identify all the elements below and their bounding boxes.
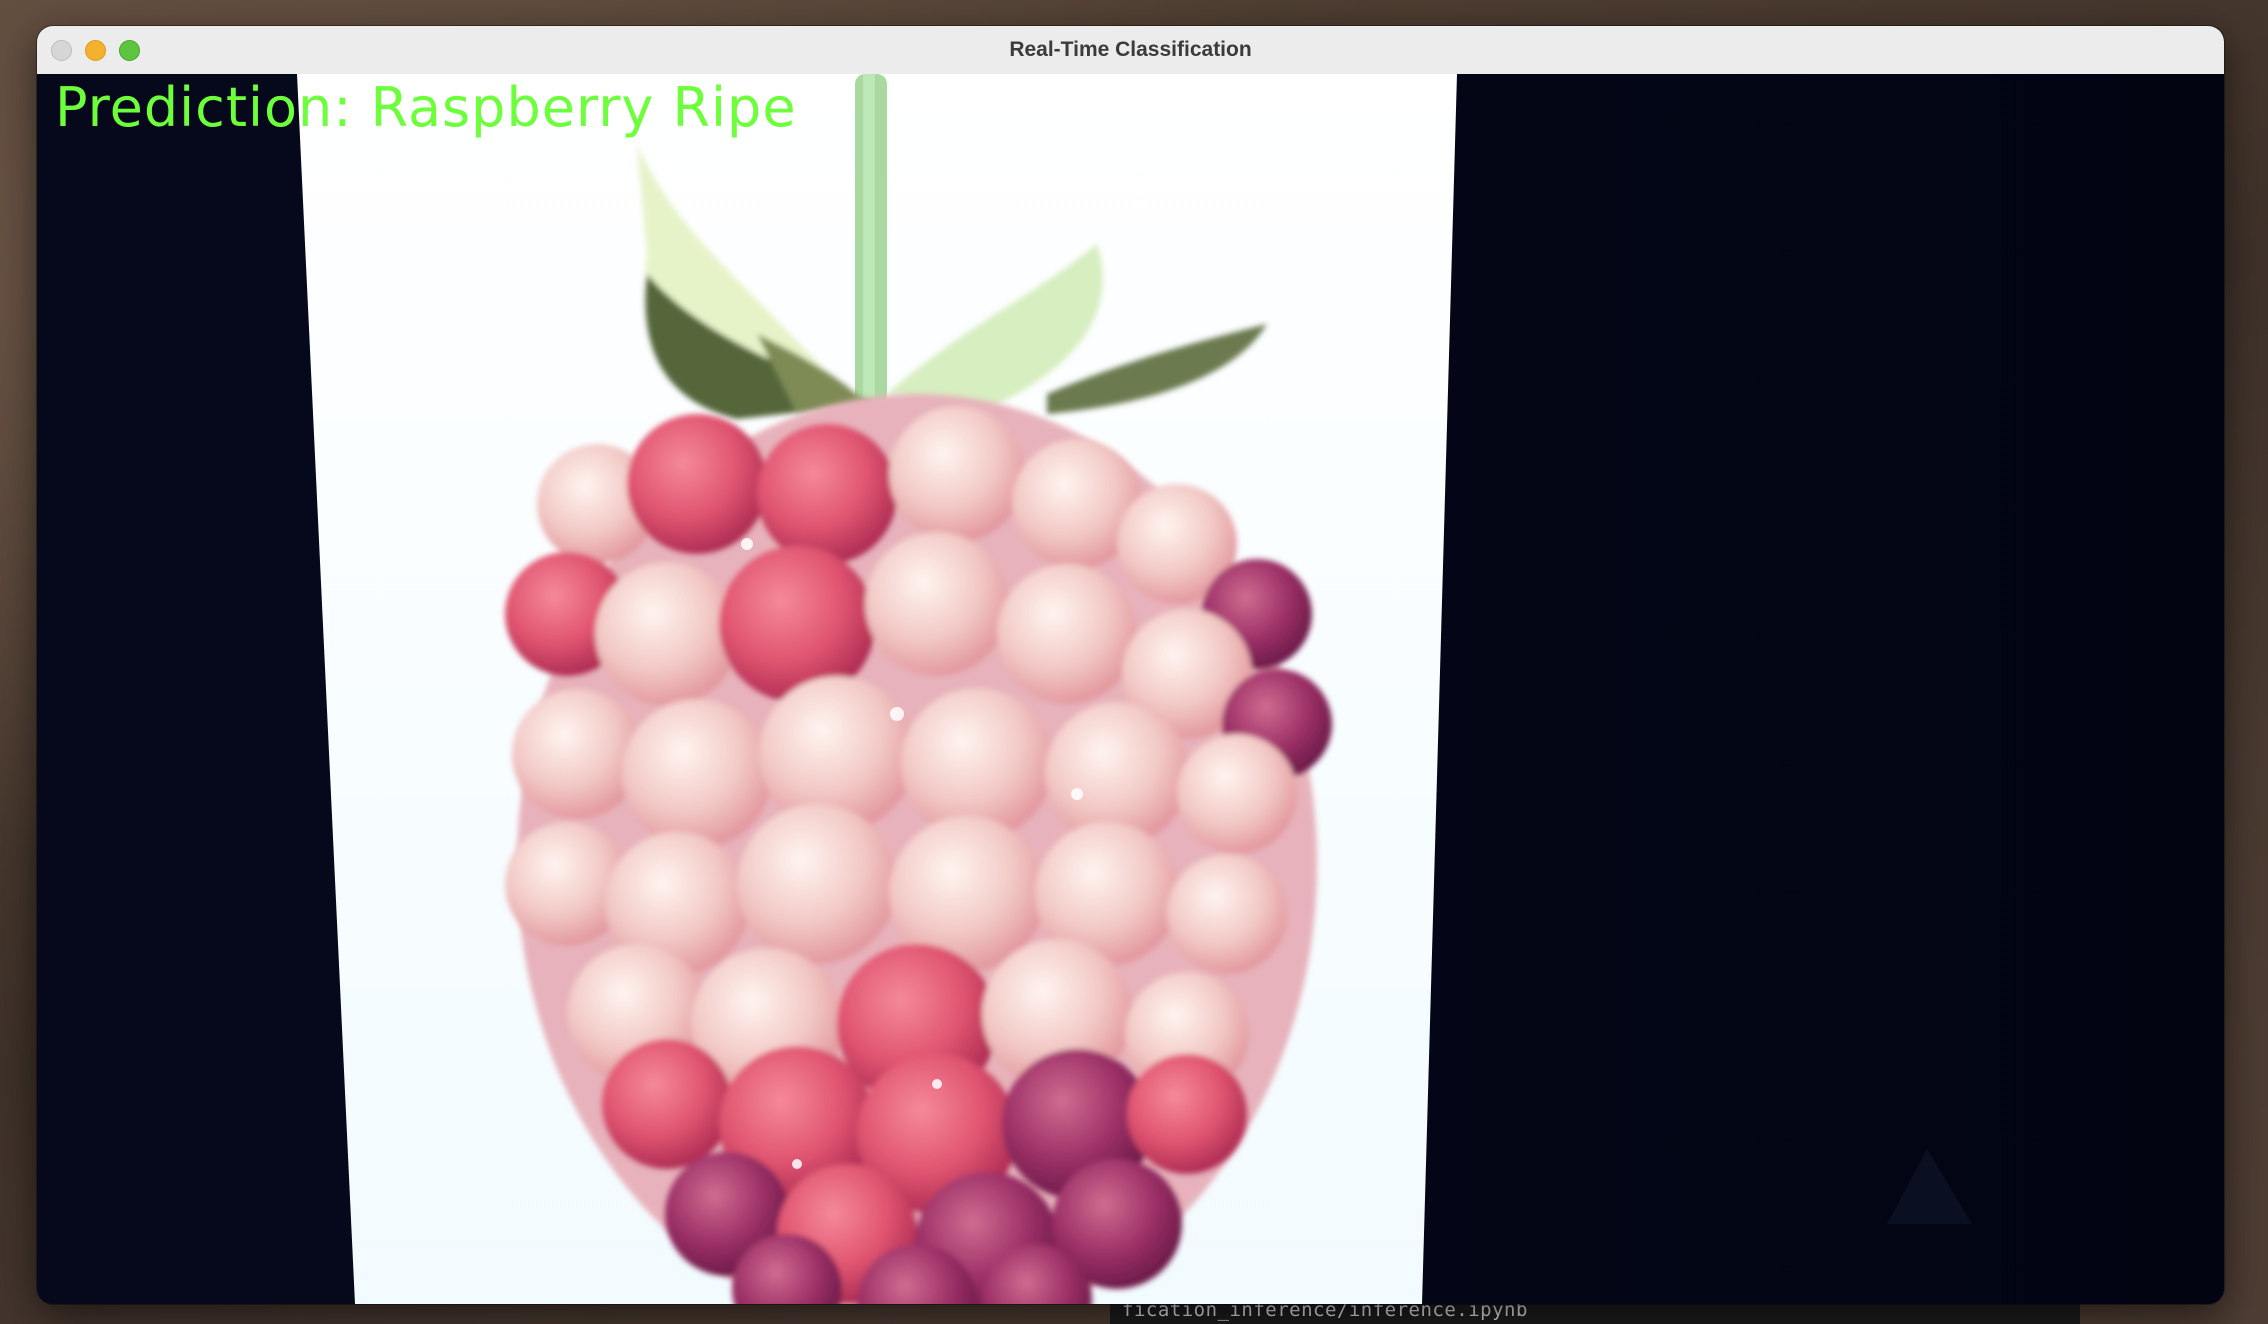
prediction-overlay-text: Prediction: Raspberry Ripe [55,76,797,139]
window-titlebar[interactable]: Real-Time Classification [37,26,2224,75]
camera-feed: Prediction: Raspberry Ripe [37,74,2224,1304]
classification-window: Real-Time Classification Prediction: Ras… [37,26,2224,1304]
camera-frame-image [297,74,1972,1304]
window-title: Real-Time Classification [1009,38,1252,61]
